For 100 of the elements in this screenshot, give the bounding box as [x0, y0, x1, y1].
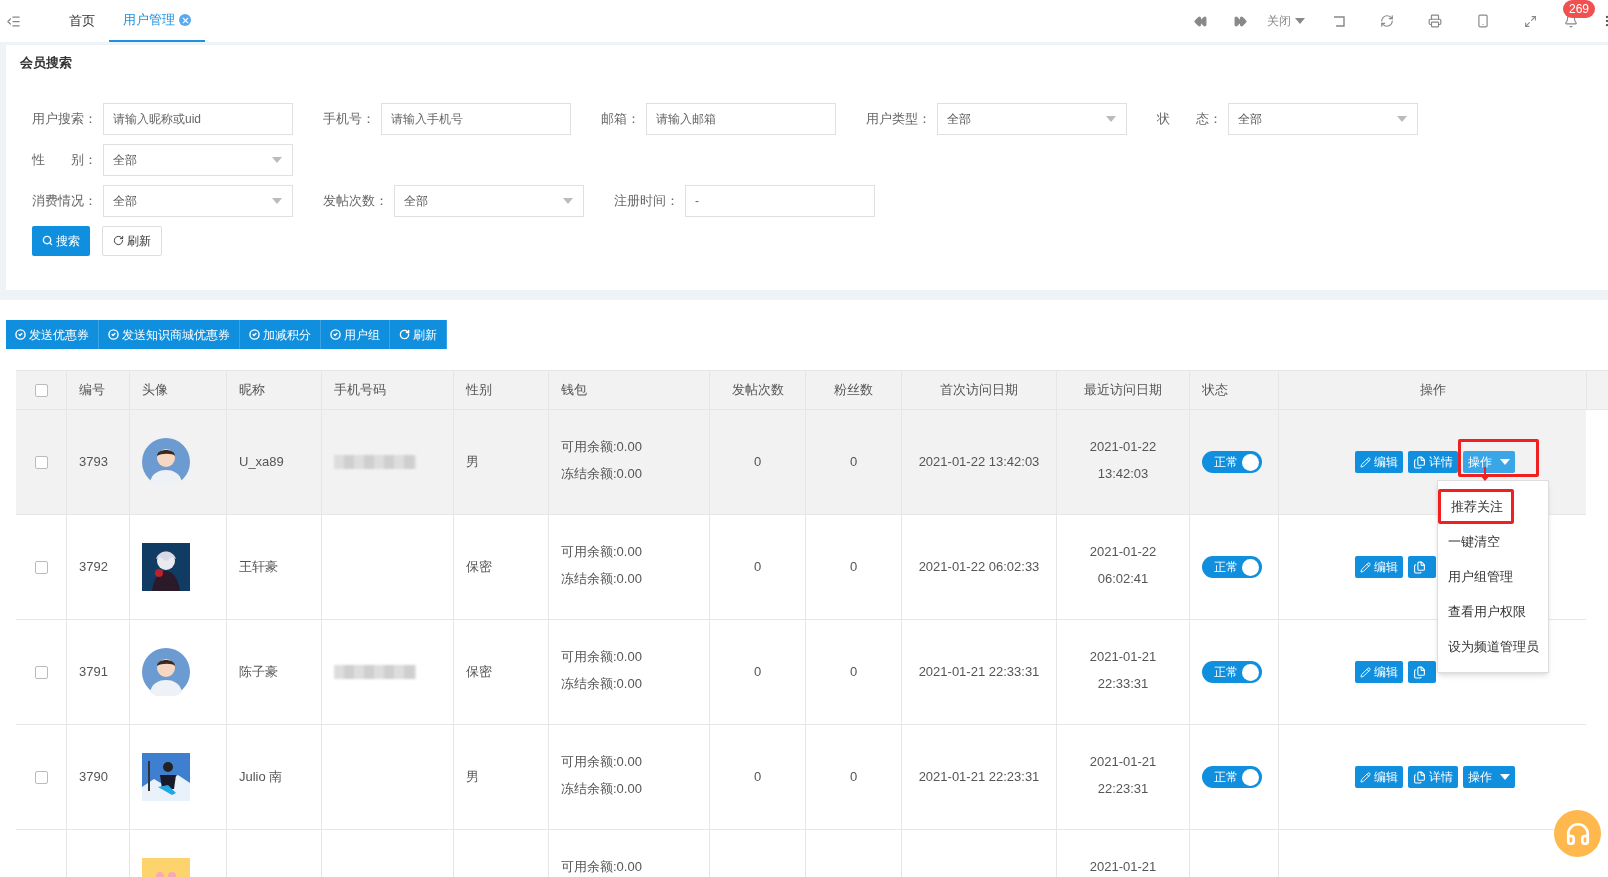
wallet-balance: 冻结余额:0.00 — [561, 571, 642, 586]
input-field[interactable]: - — [685, 184, 875, 217]
input-field[interactable]: 请输入昵称或uid — [103, 102, 293, 135]
field-label: 注册时间： — [614, 191, 680, 210]
document-icon — [1413, 770, 1426, 784]
table-cell-text: 0 — [753, 558, 762, 577]
caret-icon — [562, 197, 574, 204]
select-field[interactable]: 全部 — [937, 102, 1127, 135]
table-cell: 22:33:31 — [1097, 676, 1149, 691]
toggle-knob — [1242, 768, 1259, 786]
detail-button[interactable]: 详情 — [1408, 451, 1458, 473]
detail-button[interactable]: 详情 — [1408, 766, 1458, 788]
close-menu-button[interactable]: 关闭 — [1267, 12, 1305, 30]
menu-item[interactable]: 用户组管理 — [1438, 559, 1548, 594]
tab[interactable]: 首页 — [55, 0, 109, 42]
column-header: 钱包 — [561, 381, 587, 400]
table-cell-text: 男 — [466, 453, 479, 472]
column-header: 最近访问日期 — [1084, 381, 1162, 400]
table-cell: 2021-01-21 — [1089, 859, 1157, 874]
toolbar-button[interactable]: 刷新 — [390, 320, 447, 349]
wallet-balance: 冻结余额:0.00 — [561, 781, 642, 796]
menu-item[interactable]: 设为频道管理员 — [1438, 629, 1548, 664]
column-header: 首次访问日期 — [940, 381, 1018, 400]
detail-button[interactable] — [1408, 661, 1436, 683]
status-toggle[interactable]: 正常 — [1202, 451, 1262, 473]
table-cell-text: 0 — [753, 453, 762, 472]
input-field[interactable]: 请输入邮箱 — [646, 102, 836, 135]
wallet-balance: 可用余额:0.00 — [561, 859, 642, 874]
close-icon[interactable] — [179, 14, 191, 26]
row-checkbox[interactable] — [34, 560, 48, 574]
table-cell-text: 陈子豪 — [239, 663, 278, 682]
detail-button[interactable] — [1408, 556, 1436, 578]
table-cell-text: 2021-01-21 22:33:31 — [918, 663, 1040, 682]
toolbar-button[interactable]: 发送知识商城优惠券 — [99, 320, 240, 349]
select-field[interactable]: 全部 — [103, 143, 293, 176]
phone-icon[interactable] — [1476, 14, 1490, 28]
table-cell-text: 2021-01-22 13:42:03 — [918, 453, 1040, 472]
column-header: 手机号码 — [334, 381, 386, 400]
column-header: 昵称 — [239, 381, 265, 400]
edit-button[interactable]: 编辑 — [1355, 556, 1403, 578]
toggle-knob — [1242, 663, 1259, 681]
select-field[interactable]: 全部 — [103, 184, 293, 217]
menu-icon[interactable] — [6, 13, 21, 29]
select-all-checkbox[interactable] — [34, 383, 48, 397]
refresh-button[interactable]: 刷新 — [102, 225, 162, 256]
menu-item[interactable]: 查看用户权限 — [1438, 594, 1548, 629]
column-header: 编号 — [79, 381, 105, 400]
table-cell: 06:02:41 — [1097, 571, 1149, 586]
caret-icon — [271, 156, 283, 163]
wallet-balance: 可用余额:0.00 — [561, 649, 642, 664]
printer-icon[interactable] — [1428, 14, 1442, 28]
input-field[interactable]: 请输入手机号 — [381, 102, 571, 135]
table-cell: 2021-01-21 — [1089, 754, 1157, 769]
table-cell-text: 0 — [849, 558, 858, 577]
toolbar-button[interactable]: 加减积分 — [240, 320, 321, 349]
wallet-balance: 可用余额:0.00 — [561, 754, 642, 769]
refresh-icon — [399, 329, 410, 340]
status-toggle[interactable]: 正常 — [1202, 661, 1262, 683]
column-header: 操作 — [1419, 381, 1446, 400]
operations-dropdown-button[interactable]: 操作 — [1463, 451, 1515, 473]
caret-icon — [1295, 18, 1305, 24]
tab[interactable]: 用户管理 — [109, 0, 205, 42]
headset-icon — [1564, 820, 1591, 847]
toolbar-button[interactable]: 发送优惠券 — [6, 320, 99, 349]
status-toggle[interactable]: 正常 — [1202, 766, 1262, 788]
table-cell-text: 0 — [849, 453, 858, 472]
table-cell-text: 男 — [466, 768, 479, 787]
field-label: 发帖次数： — [323, 191, 389, 210]
return-icon[interactable] — [1333, 15, 1345, 27]
refresh-icon — [113, 235, 124, 246]
operations-dropdown-button[interactable]: 操作 — [1463, 766, 1515, 788]
bell-icon[interactable] — [1564, 14, 1578, 28]
wallet-balance: 可用余额:0.00 — [561, 439, 642, 454]
menu-item[interactable]: 一键清空 — [1438, 524, 1548, 559]
pencil-icon — [1360, 666, 1371, 678]
edit-button[interactable]: 编辑 — [1355, 766, 1403, 788]
fast-forward-icon[interactable] — [1234, 14, 1247, 28]
menu-item[interactable]: 推荐关注 — [1438, 489, 1514, 524]
status-toggle[interactable]: 正常 — [1202, 556, 1262, 578]
caret-icon — [1500, 459, 1510, 465]
field-label: 消费情况： — [32, 191, 98, 210]
field-label: 邮箱： — [601, 109, 641, 128]
edit-button[interactable]: 编辑 — [1355, 661, 1403, 683]
rewind-icon[interactable] — [1194, 14, 1207, 28]
document-icon — [1413, 560, 1426, 574]
fullscreen-icon[interactable] — [1524, 14, 1537, 28]
row-checkbox[interactable] — [34, 665, 48, 679]
edit-button[interactable]: 编辑 — [1355, 451, 1403, 473]
search-button[interactable]: 搜索 — [32, 225, 90, 256]
notification-badge: 269 — [1563, 0, 1596, 18]
select-field[interactable]: 全部 — [1228, 102, 1418, 135]
table-cell-text: 0 — [849, 768, 858, 787]
field-label: 性 别： — [32, 150, 98, 169]
row-checkbox[interactable] — [34, 770, 48, 784]
table-cell-text: 保密 — [466, 663, 492, 682]
row-checkbox[interactable] — [34, 455, 48, 469]
select-field[interactable]: 全部 — [394, 184, 584, 217]
toolbar-button[interactable]: 用户组 — [321, 320, 390, 349]
refresh-icon[interactable] — [1380, 14, 1394, 28]
table-cell-text: Julio 南 — [239, 768, 283, 787]
